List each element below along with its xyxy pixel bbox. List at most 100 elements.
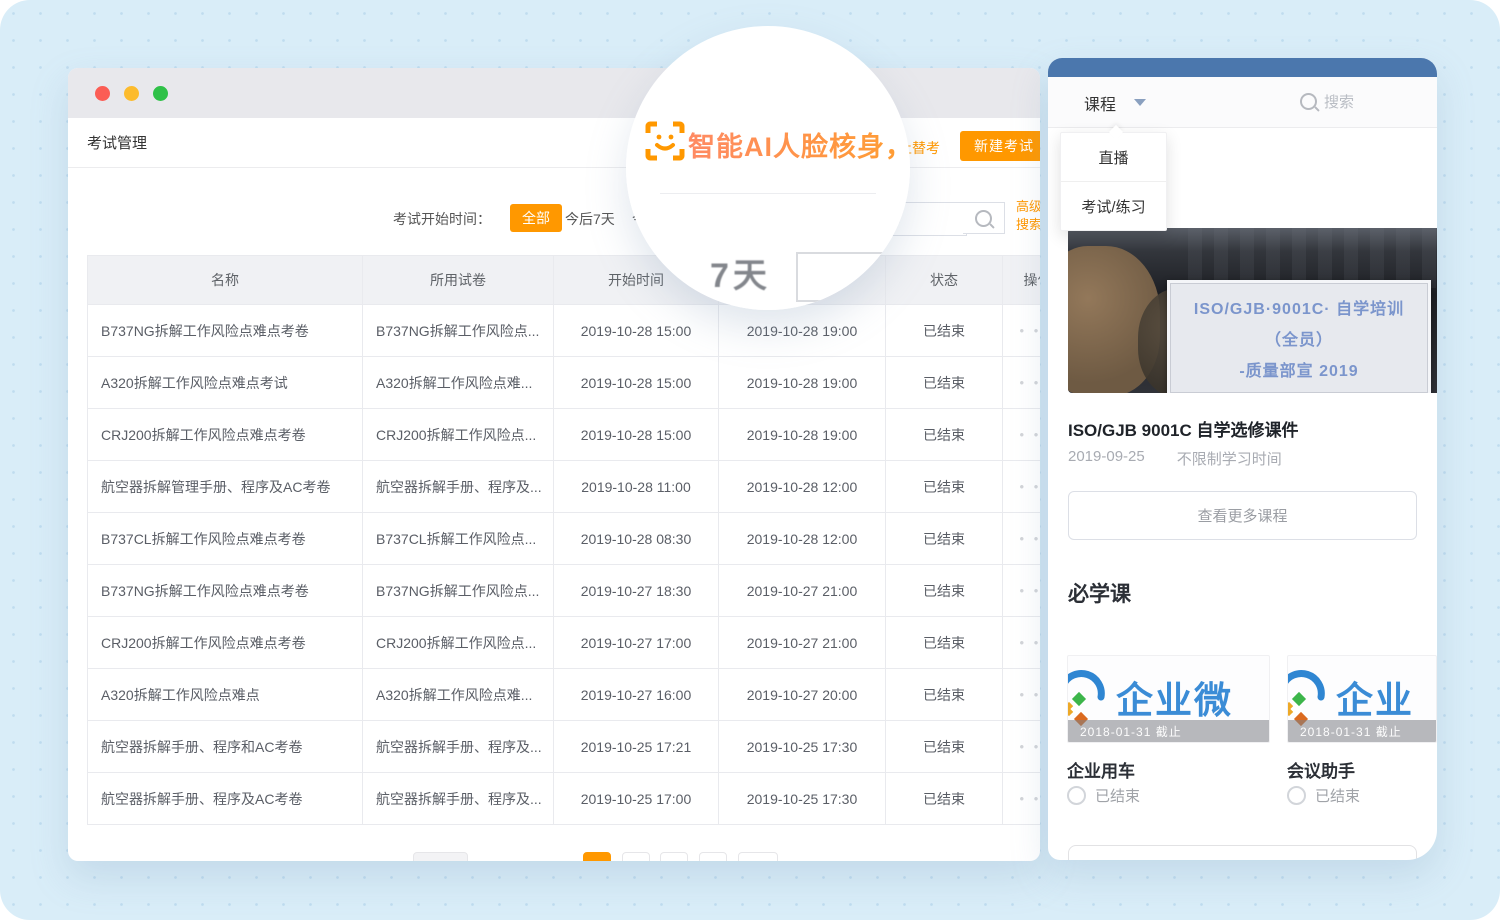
card-deadline: 2018-01-31 截止 xyxy=(1288,720,1436,742)
table-row[interactable]: B737NG拆解工作风险点难点考卷 B737NG拆解工作风险点... 2019-… xyxy=(88,565,1040,617)
cell-end-time: 2019-10-28 12:00 xyxy=(719,513,886,564)
search-button[interactable] xyxy=(963,202,1005,234)
magnified-divider xyxy=(660,193,876,194)
filter-next7days[interactable]: 今后7天 xyxy=(565,209,615,229)
advanced-search-line2: 搜索 xyxy=(1016,217,1040,232)
card-status-meeting: 已结束 xyxy=(1287,785,1360,806)
new-exam-button[interactable]: 新建考试 xyxy=(960,131,1040,161)
course-meta: 2019-09-25 不限制学习时间 xyxy=(1068,448,1282,469)
row-actions-button[interactable]: • • • xyxy=(1003,409,1040,460)
radio-icon[interactable] xyxy=(1067,786,1086,805)
col-ops: 操作 xyxy=(1003,256,1040,304)
cell-end-time: 2019-10-27 21:00 xyxy=(719,565,886,616)
maximize-window-icon[interactable] xyxy=(153,85,168,101)
card-deadline: 2018-01-31 截止 xyxy=(1068,720,1269,742)
course-card-vehicle[interactable]: 企业微 2018-01-31 截止 xyxy=(1067,655,1270,743)
course-dropdown-menu: 直播 考试/练习 xyxy=(1060,132,1167,231)
panel-top-bar xyxy=(1048,58,1437,77)
radio-icon[interactable] xyxy=(1287,786,1306,805)
required-courses-title: 必学课 xyxy=(1068,583,1131,606)
card-title-vehicle[interactable]: 企业用车 xyxy=(1067,757,1135,782)
search-icon xyxy=(975,209,992,227)
cell-start-time: 2019-10-28 11:00 xyxy=(554,461,719,512)
card-status-label: 已结束 xyxy=(1095,788,1141,805)
filter-all-button[interactable]: 全部 xyxy=(510,204,562,232)
cell-exam-name: 航空器拆解手册、程序及AC考卷 xyxy=(88,773,363,824)
feature-spotlight-circle: 智能AI人脸核身， 7天 xyxy=(626,26,910,310)
advanced-search-link[interactable]: 高级 搜索 xyxy=(1016,198,1040,234)
cell-start-time: 2019-10-25 17:21 xyxy=(554,721,719,772)
table-row[interactable]: A320拆解工作风险点难点考试 A320拆解工作风险点难... 2019-10-… xyxy=(88,357,1040,409)
row-actions-button[interactable]: • • • xyxy=(1003,669,1040,720)
cell-end-time: 2019-10-28 19:00 xyxy=(719,409,886,460)
cell-exam-name: CRJ200拆解工作风险点难点考卷 xyxy=(88,617,363,668)
cell-exam-name: B737NG拆解工作风险点难点考卷 xyxy=(88,305,363,356)
table-row[interactable]: B737NG拆解工作风险点难点考卷 B737NG拆解工作风险点... 2019-… xyxy=(88,305,1040,357)
cell-start-time: 2019-10-25 17:00 xyxy=(554,773,719,824)
pagination-page-button[interactable]: 4 xyxy=(698,852,727,861)
course-title[interactable]: ISO/GJB 9001C 自学选修课件 xyxy=(1068,416,1299,441)
panel-search-label: 搜索 xyxy=(1324,94,1355,111)
pagination-page-button[interactable]: 3 xyxy=(660,852,688,861)
cell-exam-name: B737NG拆解工作风险点难点考卷 xyxy=(88,565,363,616)
row-actions-button[interactable]: • • • xyxy=(1003,357,1040,408)
table-row[interactable]: CRJ200拆解工作风险点难点考卷 CRJ200拆解工作风险点... 2019-… xyxy=(88,617,1040,669)
cell-status: 已结束 xyxy=(886,461,1003,512)
cell-status: 已结束 xyxy=(886,305,1003,356)
table-row[interactable]: 航空器拆解手册、程序和AC考卷 航空器拆解手册、程序及... 2019-10-2… xyxy=(88,721,1040,773)
table-row[interactable]: B737CL拆解工作风险点难点考卷 B737CL拆解工作风险点... 2019-… xyxy=(88,513,1040,565)
row-actions-button[interactable]: • • • xyxy=(1003,513,1040,564)
row-actions-button[interactable]: • • • xyxy=(1003,565,1040,616)
cell-exam-name: 航空器拆解手册、程序和AC考卷 xyxy=(88,721,363,772)
row-actions-button[interactable]: • • • xyxy=(1003,461,1040,512)
course-cover-image[interactable]: ISO/GJB·9001C· 自学培训 （全员） -质量部宣 2019 xyxy=(1068,228,1437,393)
cell-start-time: 2019-10-28 15:00 xyxy=(554,357,719,408)
slide-line1: ISO/GJB·9001C· 自学培训 xyxy=(1193,301,1405,318)
close-window-icon[interactable] xyxy=(95,85,110,101)
cell-status: 已结束 xyxy=(886,357,1003,408)
cell-paper-name: A320拆解工作风险点难... xyxy=(363,357,554,408)
pagination-page-button[interactable]: 1 xyxy=(583,852,611,861)
cell-exam-name: B737CL拆解工作风险点难点考卷 xyxy=(88,513,363,564)
table-row[interactable]: 航空器拆解管理手册、程序及AC考卷 航空器拆解手册、程序及... 2019-10… xyxy=(88,461,1040,513)
wework-logo-text: 企业微 xyxy=(1116,680,1233,721)
cockpit-instruments xyxy=(1188,228,1437,288)
row-actions-button[interactable]: • • • xyxy=(1003,773,1040,824)
course-nav-dropdown[interactable]: 课程 xyxy=(1084,91,1116,115)
dropdown-item-exam-practice[interactable]: 考试/练习 xyxy=(1061,181,1166,230)
pagination-prev-button[interactable] xyxy=(413,852,468,861)
page-title: 考试管理 xyxy=(87,135,148,152)
view-more-courses-button[interactable]: 查看更多课程 xyxy=(1068,491,1417,540)
table-row[interactable]: A320拆解工作风险点难点 A320拆解工作风险点难... 2019-10-27… xyxy=(88,669,1040,721)
spotlight-headline: 智能AI人脸核身， xyxy=(688,125,910,164)
chevron-down-icon xyxy=(1134,99,1146,106)
cell-paper-name: CRJ200拆解工作风险点... xyxy=(363,409,554,460)
cell-end-time: 2019-10-25 17:30 xyxy=(719,773,886,824)
cell-paper-name: CRJ200拆解工作风险点... xyxy=(363,617,554,668)
exam-table-body: B737NG拆解工作风险点难点考卷 B737NG拆解工作风险点... 2019-… xyxy=(88,305,1040,825)
pagination-page-button[interactable]: 2 xyxy=(621,852,650,861)
cell-paper-name: 航空器拆解手册、程序及... xyxy=(363,721,554,772)
table-row[interactable]: CRJ200拆解工作风险点难点考卷 CRJ200拆解工作风险点... 2019-… xyxy=(88,409,1040,461)
cell-exam-name: 航空器拆解管理手册、程序及AC考卷 xyxy=(88,461,363,512)
panel-search[interactable]: 搜索 xyxy=(1300,91,1354,112)
cell-start-time: 2019-10-27 17:00 xyxy=(554,617,719,668)
table-row[interactable]: 航空器拆解手册、程序及AC考卷 航空器拆解手册、程序及... 2019-10-2… xyxy=(88,773,1040,825)
course-duration: 不限制学习时间 xyxy=(1176,451,1282,468)
row-actions-button[interactable]: • • • xyxy=(1003,305,1040,356)
cell-end-time: 2019-10-27 20:00 xyxy=(719,669,886,720)
minimize-window-icon[interactable] xyxy=(124,85,139,101)
cell-paper-name: 航空器拆解手册、程序及... xyxy=(363,461,554,512)
card-title-meeting[interactable]: 会议助手 xyxy=(1287,757,1355,782)
pagination-next-button[interactable] xyxy=(738,852,778,861)
course-card-meeting[interactable]: 企业 2018-01-31 截止 xyxy=(1287,655,1437,743)
row-actions-button[interactable]: • • • xyxy=(1003,617,1040,668)
course-date: 2019-09-25 xyxy=(1068,448,1145,465)
course-panel-window: 课程 搜索 直播 考试/练习 ISO/GJB·9001C· 自学培训 （全员） … xyxy=(1048,58,1437,860)
row-actions-button[interactable]: • • • xyxy=(1003,721,1040,772)
cell-status: 已结束 xyxy=(886,669,1003,720)
course-slide-overlay: ISO/GJB·9001C· 自学培训 （全员） -质量部宣 2019 xyxy=(1167,280,1431,393)
dropdown-item-live[interactable]: 直播 xyxy=(1061,133,1166,181)
exam-start-time-label: 考试开始时间： xyxy=(393,211,491,227)
cell-exam-name: CRJ200拆解工作风险点难点考卷 xyxy=(88,409,363,460)
